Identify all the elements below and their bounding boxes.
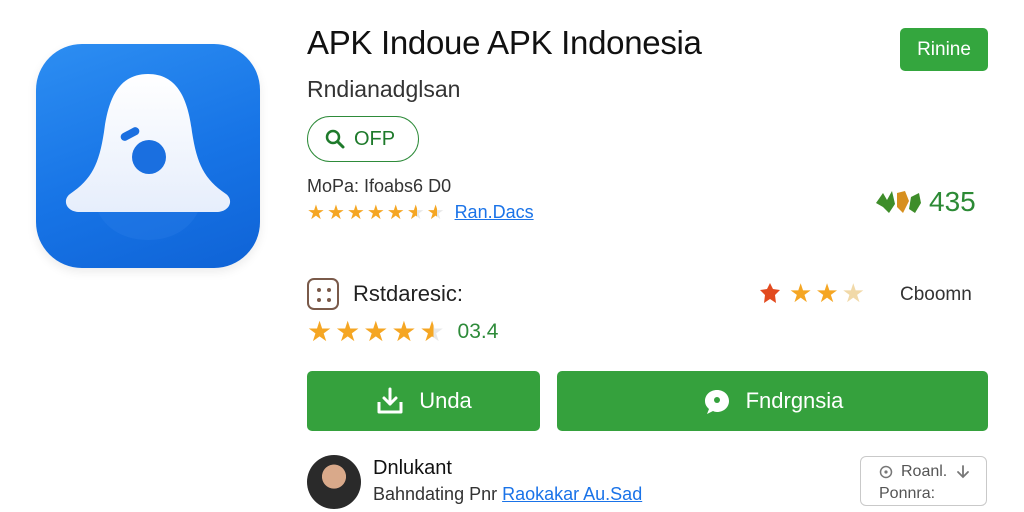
star-icon: ★ (307, 201, 325, 224)
star-icon: ★ (335, 316, 361, 347)
dice-icon (307, 278, 339, 310)
reviews-link[interactable]: Ran.Dacs (455, 202, 534, 223)
developer-name: Dnlukant (373, 457, 452, 479)
review-section: Rstdaresic: (307, 278, 463, 310)
app-title: APK Indoue APK Indonesia (307, 24, 702, 61)
report-button[interactable]: Roanl. Ponnra: (860, 456, 987, 506)
star-empty-icon: ★ (841, 278, 865, 308)
review-label: Rstdaresic: (353, 281, 464, 306)
install-button[interactable]: Rinine (900, 28, 988, 71)
developer-line: Bahndating Pnr Raokakar Au.Sad (373, 484, 642, 505)
message-label: Fndrgnsia (745, 388, 844, 413)
chip-label: OFP (354, 127, 396, 150)
developer-link[interactable]: Raokakar Au.Sad (502, 484, 642, 504)
stars-value: 03.4 (457, 320, 499, 343)
info-icon (879, 465, 893, 479)
star-icon: ★ (789, 278, 813, 308)
developer-line-prefix: Bahndating Pnr (373, 484, 498, 504)
star-half-icon: ★ (406, 201, 425, 224)
search-icon (325, 129, 345, 149)
download-label: Unda (419, 388, 472, 413)
message-button[interactable]: Fndrgnsia (557, 371, 988, 431)
arrow-down-icon (957, 465, 970, 479)
rating-badge-icon (876, 191, 921, 213)
star-icon: ★ (386, 201, 405, 224)
filter-chip[interactable]: OFP (307, 116, 419, 162)
star-icon: ★ (363, 316, 389, 347)
app-subtitle: Rndianadglsan (307, 76, 461, 102)
meta-line: MoPa: Ifoabs6 D0 (307, 176, 452, 196)
app-icon (36, 44, 260, 268)
review-right-label: Cboomn (900, 284, 972, 305)
badge-icon (760, 283, 780, 303)
report-line1: Roanl. (901, 463, 948, 480)
overall-rating: 435 (873, 186, 976, 218)
rating-stars: ★ ★ ★ ★ ★ ★ ★ Ran.Dacs (307, 202, 534, 223)
star-half-icon: ★ (426, 201, 445, 224)
developer-avatar[interactable] (307, 455, 361, 509)
chat-bubble-icon (704, 390, 729, 414)
star-icon: ★ (346, 201, 365, 224)
star-icon: ★ (815, 278, 839, 308)
star-icon: ★ (326, 201, 345, 224)
star-half-icon: ★ (419, 316, 445, 347)
star-icon: ★ (307, 316, 333, 347)
secondary-stars: ★ ★ ★ (758, 280, 865, 306)
download-icon (377, 387, 403, 414)
overall-rating-value: 435 (929, 186, 976, 217)
star-icon: ★ (366, 201, 385, 224)
download-button[interactable]: Unda (307, 371, 540, 431)
bell-app-icon (65, 74, 231, 240)
report-line2: Ponnra: (879, 485, 936, 502)
star-icon: ★ (391, 316, 417, 347)
big-stars: ★ ★ ★ ★ ★ 03.4 (307, 318, 498, 346)
